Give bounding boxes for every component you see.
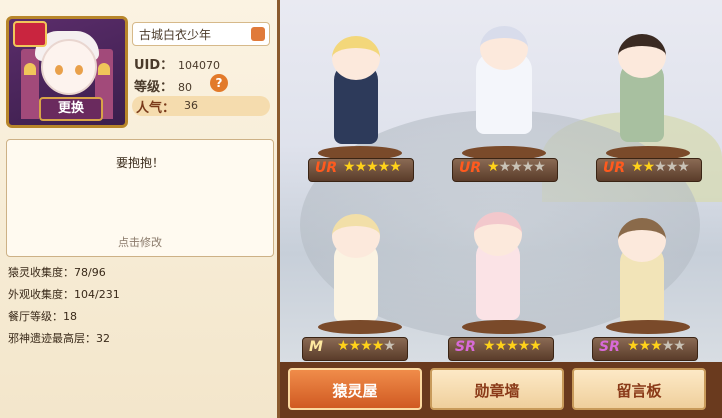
character-slot-1[interactable] <box>306 28 406 158</box>
character-rank-2: UR ★★★★★ <box>452 158 558 182</box>
popularity-label: 人气： <box>136 101 176 116</box>
player-name: 古城白衣少年 <box>139 28 212 42</box>
popularity-row: 人气： 36 <box>132 96 270 116</box>
grade-label: UR <box>459 160 482 176</box>
star-filled-icon: ★ <box>650 338 663 354</box>
grade-label: SR <box>455 339 476 355</box>
stat-label: 外观收集度： <box>8 288 74 301</box>
character-slot-5[interactable] <box>448 204 548 334</box>
castle-left-decor <box>21 49 39 119</box>
avatar-face <box>41 39 97 95</box>
stat-row: 餐厅等级：18 <box>8 308 77 324</box>
stat-row: 猿灵收集度：78/96 <box>8 264 106 280</box>
stat-label: 邪神遗迹最高层： <box>8 332 96 345</box>
star-filled-icon: ★ <box>642 159 656 175</box>
star-empty-icon: ★ <box>533 159 546 175</box>
stat-value: 32 <box>96 332 110 345</box>
pedestal <box>462 320 546 334</box>
stat-value: 104/231 <box>74 288 120 301</box>
star-filled-icon: ★ <box>631 159 644 175</box>
level-row: 等级： 80 <box>134 76 192 95</box>
star-filled-icon: ★ <box>483 338 496 354</box>
help-icon[interactable]: ? <box>210 74 228 92</box>
player-name-field[interactable]: 古城白衣少年 <box>132 22 270 46</box>
star-empty-icon: ★ <box>654 159 667 175</box>
star-rating: ★★★★★ <box>631 159 690 175</box>
pedestal <box>318 320 402 334</box>
grade-label: UR <box>315 160 338 176</box>
star-filled-icon: ★ <box>627 338 640 354</box>
stat-value: 78/96 <box>74 266 106 279</box>
star-rating: ★★★★★ <box>487 159 546 175</box>
star-filled-icon: ★ <box>343 159 356 175</box>
stat-value: 18 <box>63 310 77 323</box>
change-avatar-button[interactable]: 更换 <box>39 97 103 121</box>
popularity-value: 36 <box>184 99 198 112</box>
grade-label: M <box>309 339 323 355</box>
character-rank-1: UR ★★★★★ <box>308 158 414 182</box>
star-filled-icon: ★ <box>529 338 542 354</box>
star-empty-icon: ★ <box>665 159 679 175</box>
level-value: 80 <box>178 81 192 94</box>
character-slot-4[interactable] <box>306 206 406 336</box>
grade-label: SR <box>599 339 620 355</box>
uid-value: 104070 <box>178 59 220 72</box>
star-filled-icon: ★ <box>360 338 373 354</box>
character-rank-6: SR ★★★★★ <box>592 337 698 361</box>
stat-label: 猿灵收集度： <box>8 266 74 279</box>
star-filled-icon: ★ <box>337 338 350 354</box>
star-rating: ★★★★★ <box>483 338 542 354</box>
character-slot-3[interactable] <box>592 26 692 156</box>
character-rank-3: UR ★★★★★ <box>596 158 702 182</box>
edit-name-icon[interactable] <box>251 27 265 41</box>
star-empty-icon: ★ <box>383 338 396 354</box>
pedestal <box>606 320 690 334</box>
stat-label: 餐厅等级： <box>8 310 63 323</box>
star-empty-icon: ★ <box>521 159 535 175</box>
star-filled-icon: ★ <box>348 338 362 354</box>
star-filled-icon: ★ <box>517 338 531 354</box>
star-empty-icon: ★ <box>673 338 686 354</box>
star-filled-icon: ★ <box>487 159 500 175</box>
stat-row: 外观收集度：104/231 <box>8 286 120 302</box>
star-filled-icon: ★ <box>377 159 391 175</box>
character-display-stage: UR ★★★★★ UR ★★★★★ UR ★★★★★ M ★★★★★ SR ★★… <box>280 0 722 362</box>
star-filled-icon: ★ <box>371 338 385 354</box>
star-filled-icon: ★ <box>354 159 368 175</box>
profile-panel: 更换 古城白衣少年 UID： 104070 等级： 80 ? 人气： 36 要抱抱！… <box>0 0 280 418</box>
level-label: 等级： <box>134 80 174 95</box>
star-rating: ★★★★★ <box>627 338 686 354</box>
stat-row: 邪神遗迹最高层：32 <box>8 330 110 346</box>
star-rating: ★★★★★ <box>343 159 402 175</box>
grade-label: UR <box>603 160 626 176</box>
star-filled-icon: ★ <box>506 338 519 354</box>
bottom-tab-bar: 猿灵屋 勋章墙 留言板 <box>280 362 722 418</box>
crown-icon <box>13 21 47 47</box>
star-filled-icon: ★ <box>494 338 508 354</box>
tab-medal-wall[interactable]: 勋章墙 <box>430 368 564 410</box>
character-rank-5: SR ★★★★★ <box>448 337 554 361</box>
tab-message-board[interactable]: 留言板 <box>572 368 706 410</box>
star-empty-icon: ★ <box>498 159 512 175</box>
signature-edit-hint: 点击修改 <box>118 236 162 249</box>
signature-text: 要抱抱！ <box>115 156 164 170</box>
uid-row: UID： 104070 <box>134 54 220 73</box>
signature-box[interactable]: 要抱抱！ 点击修改 <box>6 139 274 257</box>
star-rating: ★★★★★ <box>337 338 396 354</box>
star-empty-icon: ★ <box>661 338 675 354</box>
character-rank-4: M ★★★★★ <box>302 337 408 361</box>
uid-label: UID： <box>134 58 174 73</box>
star-filled-icon: ★ <box>389 159 402 175</box>
avatar[interactable]: 更换 <box>6 16 128 128</box>
star-filled-icon: ★ <box>638 338 652 354</box>
character-slot-2[interactable] <box>444 18 564 148</box>
star-filled-icon: ★ <box>366 159 379 175</box>
star-empty-icon: ★ <box>510 159 523 175</box>
tab-spirit-house[interactable]: 猿灵屋 <box>288 368 422 410</box>
star-empty-icon: ★ <box>677 159 690 175</box>
